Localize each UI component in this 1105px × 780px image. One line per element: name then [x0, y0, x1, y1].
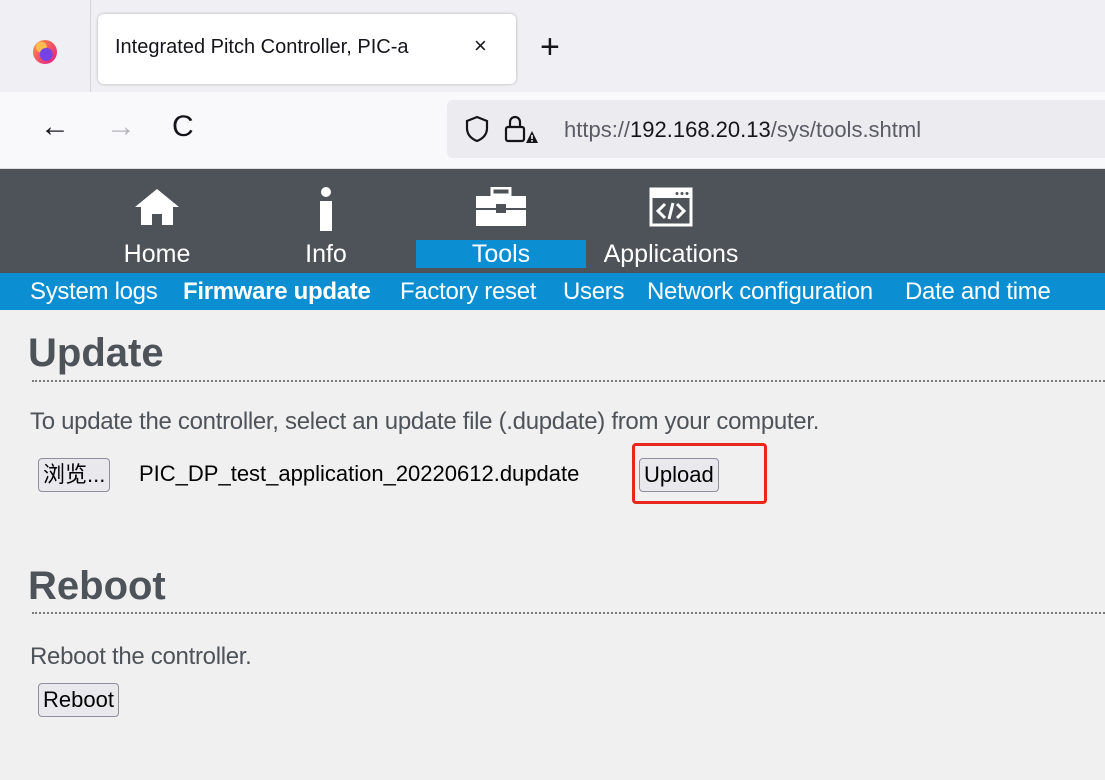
reboot-description: Reboot the controller. [30, 643, 252, 670]
subnav-factory-reset[interactable]: Factory reset [400, 278, 536, 306]
tab-divider [90, 0, 91, 92]
url-bar[interactable]: https://192.168.20.13/sys/tools.shtml [447, 100, 1105, 158]
app-header: Home Info Tools Applications [0, 169, 1105, 273]
url-scheme: https:// [564, 117, 631, 142]
new-tab-button[interactable]: + [540, 30, 560, 64]
selected-file-name: PIC_DP_test_application_20220612.dupdate [139, 461, 580, 486]
url-host: 192.168.20.13 [630, 117, 771, 142]
subnav-network-configuration[interactable]: Network configuration [647, 278, 873, 306]
reload-button[interactable]: C [172, 112, 194, 142]
tab-applications-label: Applications [603, 240, 739, 268]
tab-applications[interactable]: Applications [585, 169, 757, 273]
browser-tab[interactable]: Integrated Pitch Controller, PIC-a × [98, 14, 516, 84]
tab-info-label: Info [305, 240, 347, 268]
tab-home[interactable]: Home [100, 169, 214, 273]
code-window-icon [585, 187, 757, 227]
subnav-system-logs[interactable]: System logs [30, 278, 158, 306]
info-icon [268, 187, 384, 231]
tab-info[interactable]: Info [268, 169, 384, 273]
insecure-lock-icon[interactable] [503, 113, 539, 150]
upload-highlight-box [632, 443, 767, 504]
browse-button[interactable]: 浏览... [38, 458, 111, 492]
browser-nav-bar: ← → C https://192.168.20.13/sys/tools.sh… [0, 92, 1105, 169]
update-heading: Update [28, 331, 164, 375]
tab-tools-label: Tools [416, 240, 586, 268]
forward-button[interactable]: → [106, 112, 136, 142]
toolbox-icon [416, 187, 586, 227]
url-path: /sys/tools.shtml [770, 117, 922, 142]
update-description: To update the controller, select an upda… [30, 408, 820, 435]
reboot-button[interactable]: Reboot [38, 683, 119, 717]
reboot-divider [32, 612, 1105, 614]
update-divider [32, 380, 1105, 382]
subnav-firmware-update[interactable]: Firmware update [183, 278, 371, 306]
tools-subnav: System logs Firmware update Factory rese… [0, 273, 1105, 310]
reboot-heading: Reboot [28, 564, 166, 608]
url-text[interactable]: https://192.168.20.13/sys/tools.shtml [564, 117, 921, 143]
shield-icon[interactable] [465, 115, 489, 148]
home-icon [100, 187, 214, 227]
tab-home-label: Home [123, 240, 191, 268]
subnav-date-and-time[interactable]: Date and time [905, 278, 1051, 306]
browser-tab-strip: Integrated Pitch Controller, PIC-a × + [0, 0, 1105, 92]
subnav-users[interactable]: Users [563, 278, 624, 306]
tab-title: Integrated Pitch Controller, PIC-a [115, 36, 409, 58]
tab-tools[interactable]: Tools [416, 169, 586, 273]
close-tab-icon[interactable]: × [474, 33, 487, 59]
back-button[interactable]: ← [40, 112, 70, 142]
firefox-logo-icon[interactable] [33, 40, 57, 64]
